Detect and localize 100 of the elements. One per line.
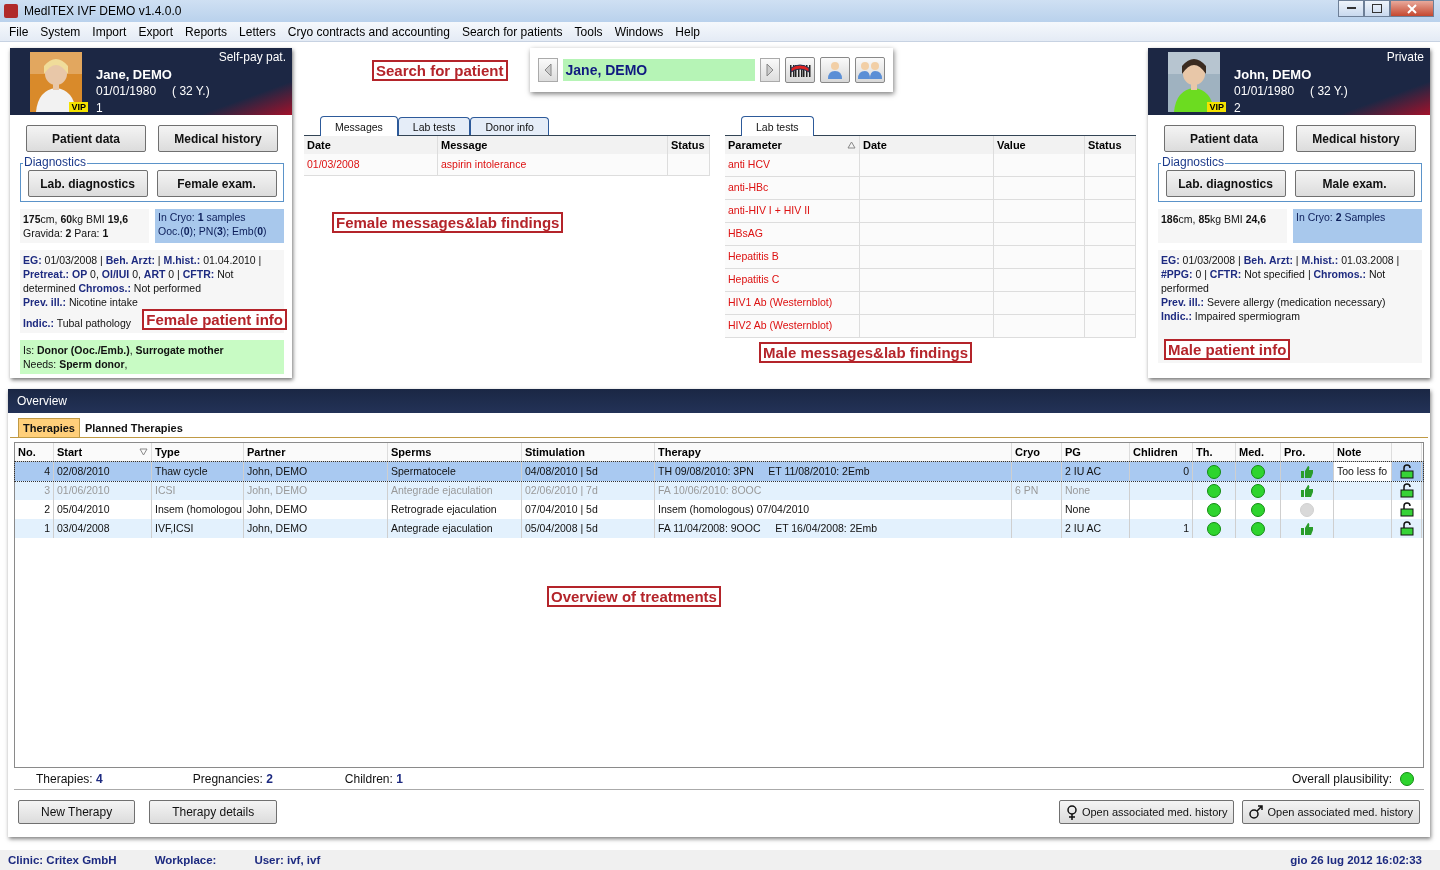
summary-label: Therapies: 4	[36, 771, 103, 786]
menu-item[interactable]: File	[3, 24, 35, 39]
next-button[interactable]	[759, 58, 780, 82]
column-header[interactable]: Status	[1085, 136, 1136, 154]
table-cell: anti-HIV I + HIV II	[725, 200, 860, 223]
tab[interactable]: Messages	[320, 116, 398, 136]
column-header[interactable]: Note	[1334, 443, 1392, 461]
body-info: 186cm, 85kg BMI 24,6	[1161, 212, 1268, 226]
sort-icon[interactable]	[847, 141, 856, 149]
patient-search-field[interactable]: Jane, DEMO	[562, 59, 755, 81]
menu-item[interactable]: Export	[132, 24, 180, 39]
table-cell: 1	[1130, 519, 1193, 538]
column-header[interactable]: Stimulation	[522, 443, 655, 461]
patient-data-button[interactable]: Patient data	[1164, 125, 1284, 152]
menu-item[interactable]: Cryo contracts and accounting	[281, 24, 456, 39]
barcode-icon	[788, 62, 811, 78]
tab[interactable]: Lab tests	[741, 116, 814, 136]
medical-history-button[interactable]: Medical history	[158, 125, 278, 152]
patient-age: ( 32 Y.)	[172, 83, 210, 100]
role-info: Needs: Sperm donor,	[23, 357, 129, 371]
tab[interactable]: Therapies	[18, 418, 80, 437]
summary-label: Pregnancies: 2	[192, 771, 273, 786]
maximize-icon	[1372, 4, 1382, 13]
new-therapy-button[interactable]: New Therapy	[18, 800, 136, 824]
exam-button[interactable]: Female exam.	[156, 170, 277, 197]
lock-icon[interactable]	[1399, 521, 1414, 536]
patient-age: ( 32 Y.)	[1310, 83, 1348, 100]
exam-button[interactable]: Male exam.	[1294, 170, 1415, 197]
column-header[interactable]: Date	[860, 136, 994, 154]
column-header[interactable]: Status	[668, 136, 710, 154]
person-icon	[826, 61, 843, 79]
minimize-button[interactable]	[1338, 0, 1364, 17]
tab[interactable]: Donor info	[470, 117, 549, 135]
menu-item[interactable]: Search for patients	[455, 24, 569, 39]
maximize-button[interactable]	[1364, 0, 1390, 17]
column-header[interactable]: Chlidren	[1130, 443, 1193, 461]
table-cell: John, DEMO	[244, 519, 388, 538]
callout-label: Search for patient	[372, 60, 508, 81]
open-history-button[interactable]: Open associated med. history	[1242, 800, 1420, 824]
column-header[interactable]: Type	[152, 443, 244, 461]
therapy-details-button[interactable]: Therapy details	[149, 800, 278, 824]
column-header[interactable]: No.	[15, 443, 54, 461]
menu-item[interactable]: Windows	[608, 24, 670, 39]
table-cell: 03/04/2008	[54, 519, 152, 538]
lab-diagnostics-button[interactable]: Lab. diagnostics	[27, 170, 148, 197]
status-dot	[1251, 521, 1265, 536]
barcode-button[interactable]	[784, 57, 815, 83]
workplace-label: Workplace:	[154, 854, 217, 866]
callout-label: Female patient info	[142, 309, 287, 330]
overview-title: Overview	[8, 389, 1430, 413]
minimize-icon	[1346, 7, 1356, 10]
column-header[interactable]: Partner	[244, 443, 388, 461]
menu-item[interactable]: Tools	[568, 24, 609, 39]
menu-item[interactable]: Letters	[233, 24, 282, 39]
status-dot	[1207, 464, 1221, 479]
column-header[interactable]: PG	[1062, 443, 1130, 461]
date-time: gio 26 lug 2012 16:02:33	[1290, 854, 1422, 866]
status-dot	[1207, 483, 1221, 498]
couple-button[interactable]	[854, 57, 885, 83]
menu-item[interactable]: Import	[86, 24, 133, 39]
patient-number: 1	[96, 100, 104, 117]
column-header[interactable]: Therapy	[655, 443, 1012, 461]
patient-data-button[interactable]: Patient data	[26, 125, 146, 152]
open-history-button[interactable]: Open associated med. history	[1058, 800, 1235, 824]
sort-icon[interactable]	[139, 448, 148, 456]
lab-diagnostics-button[interactable]: Lab. diagnostics	[1165, 170, 1286, 197]
column-header[interactable]: Start	[54, 443, 152, 461]
insurance-type: Self-pay pat.	[218, 50, 286, 64]
menu-item[interactable]: Reports	[179, 24, 234, 39]
column-header[interactable]: Parameter	[725, 136, 860, 154]
diagnostics-label: Diagnostics	[1161, 155, 1226, 169]
medical-history-button[interactable]: Medical history	[1296, 125, 1416, 152]
body-info: Gravida: 2 Para: 1	[23, 226, 110, 240]
therapy-row[interactable]: 4 02/08/2010 Thaw cycle John, DEMO Spermatocele 04/08/2010 | 5d TH 09/08/2010: 3PN ET 11/08/2010: 2Emb 2 IU AC 0 Too less fo	[15, 462, 1423, 481]
table-cell	[1085, 177, 1136, 200]
table-cell: HIV2 Ab (Westernblot)	[725, 315, 860, 338]
column-header[interactable]: Cryo	[1012, 443, 1062, 461]
therapy-row[interactable]: 1 03/04/2008 IVF,ICSI John, DEMO Antegrade ejaculation 05/04/2008 | 5d FA 11/04/2008: 9OOC ET 16/04/2008: 2Emb 2 IU AC 1	[15, 519, 1423, 538]
male-symbol-icon	[1249, 805, 1264, 819]
column-header[interactable]: Sperms	[388, 443, 522, 461]
previous-button[interactable]	[537, 58, 558, 82]
menu-item[interactable]: System	[34, 24, 87, 39]
status-dot	[1251, 483, 1265, 498]
column-header[interactable]: Th.	[1193, 443, 1236, 461]
column-header[interactable]: Message	[438, 136, 668, 154]
column-header[interactable]: Pro.	[1281, 443, 1334, 461]
tab[interactable]: Lab tests	[397, 117, 471, 135]
callout-label: Male patient info	[1164, 339, 1291, 360]
column-header[interactable]: Med.	[1236, 443, 1281, 461]
column-header[interactable]: Value	[994, 136, 1085, 154]
close-button[interactable]	[1390, 0, 1434, 17]
table-cell: IVF,ICSI	[152, 519, 244, 538]
callout-label: Overview of treatments	[547, 586, 721, 607]
table-cell: FA 11/04/2008: 9OOC ET 16/04/2008: 2Emb	[655, 519, 1012, 538]
lock-icon[interactable]	[1399, 464, 1414, 479]
menu-item[interactable]: Help	[669, 24, 706, 39]
column-header[interactable]: Date	[304, 136, 438, 154]
table-cell: 2 IU AC	[1062, 519, 1130, 538]
patient-name: Jane, DEMO	[96, 66, 173, 83]
lock-icon[interactable]	[1399, 502, 1414, 517]
